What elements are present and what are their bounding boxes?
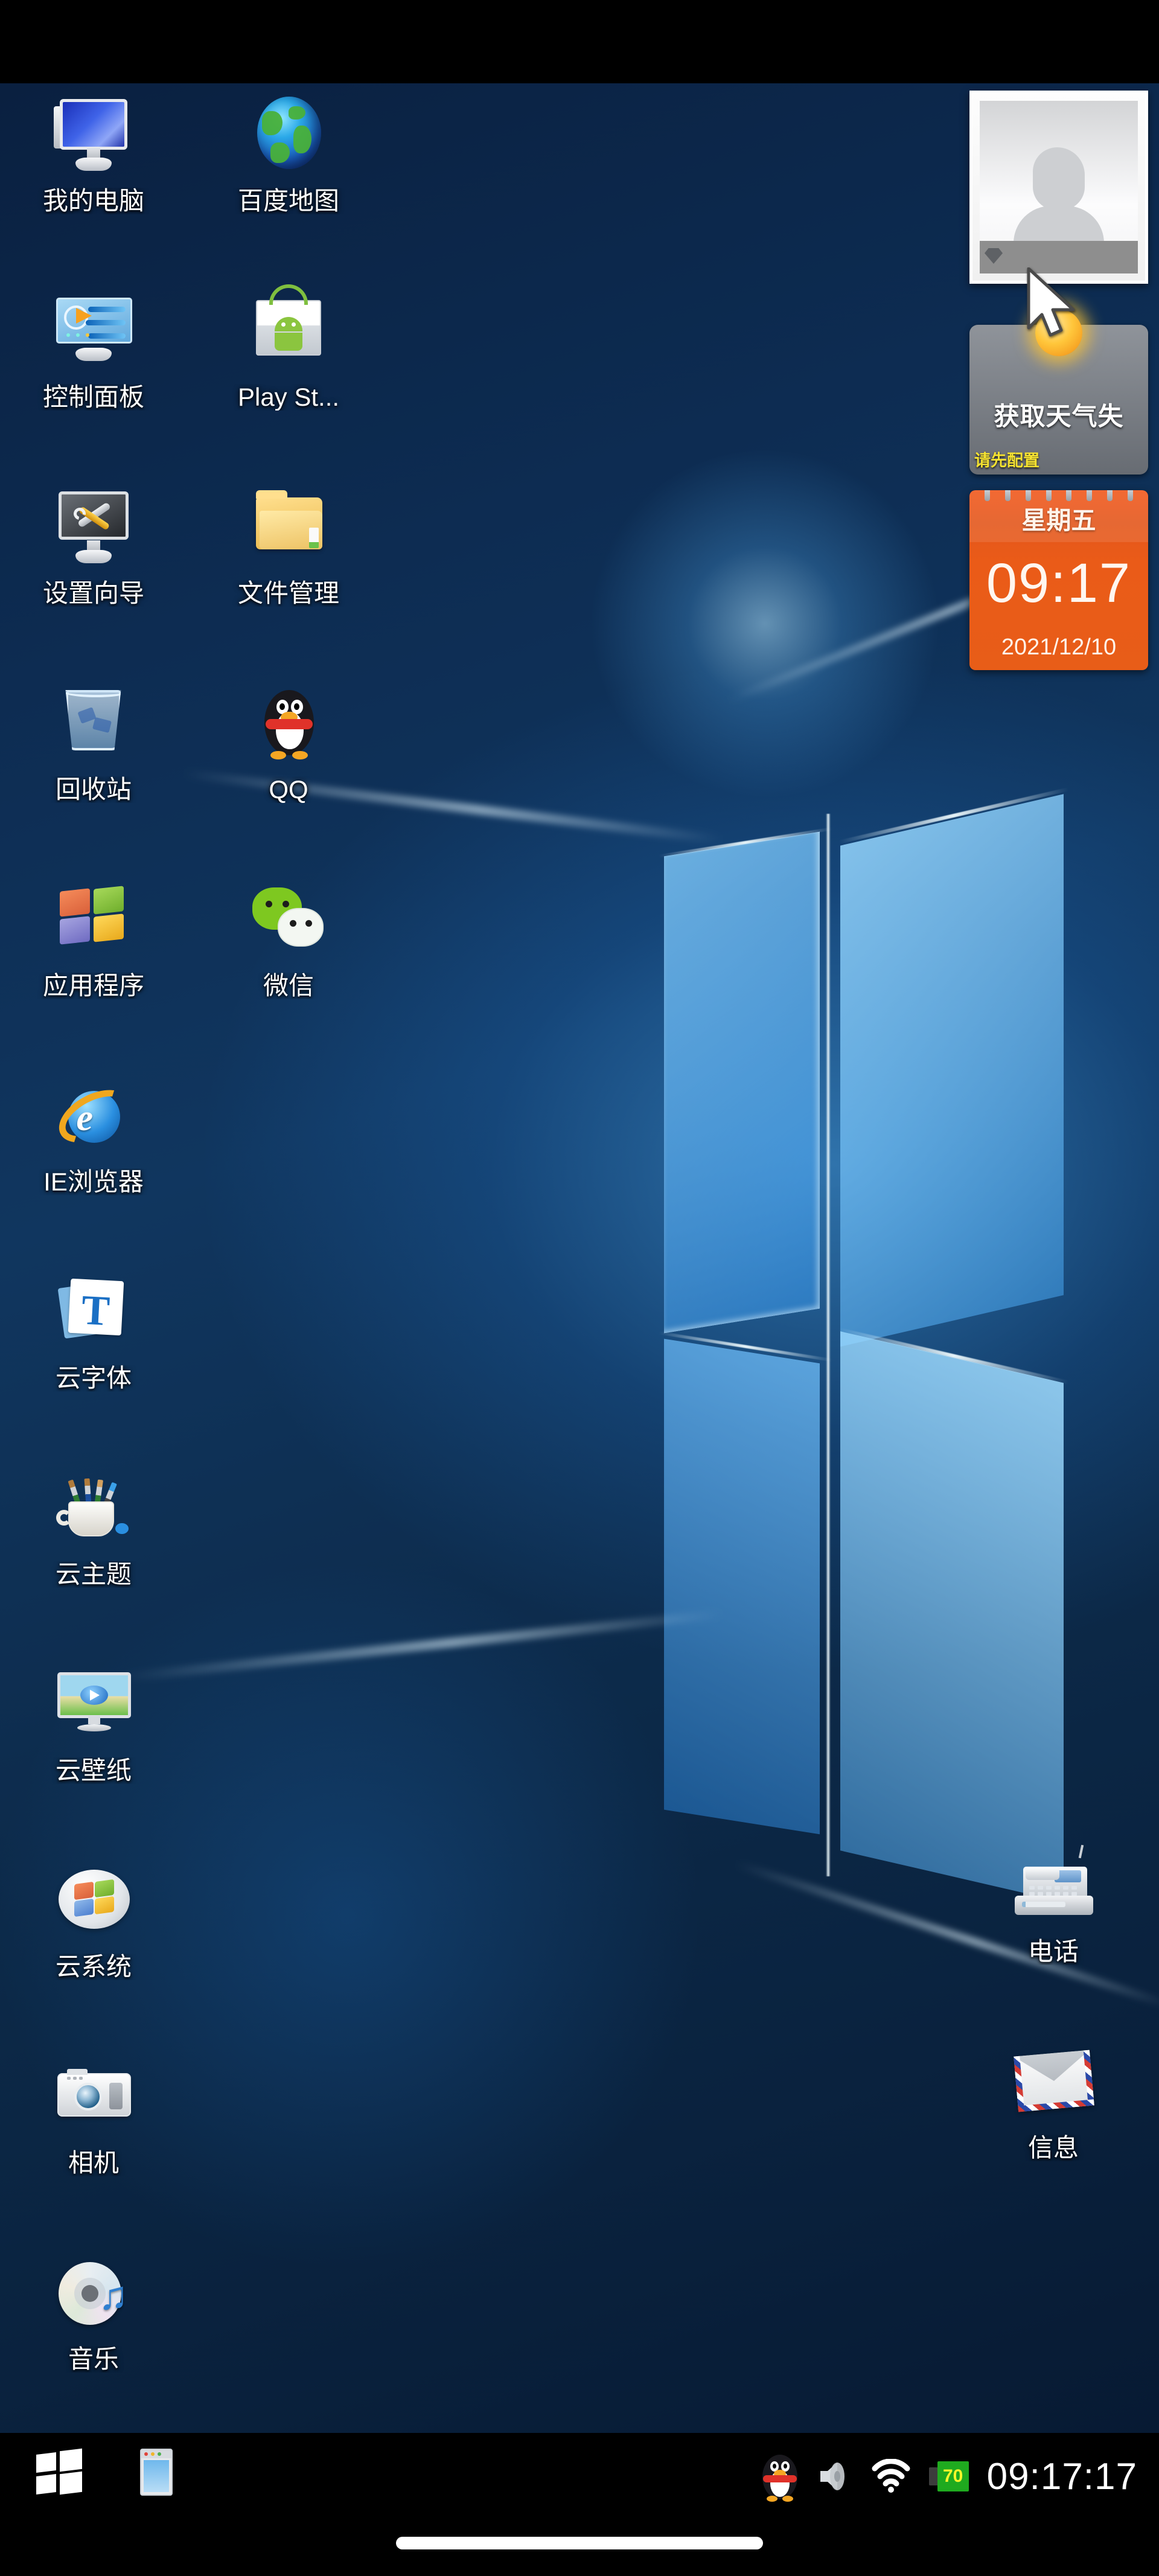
desktop-icon-label: 百度地图 [237,188,339,215]
desktop-icon-label: 我的电脑 [42,188,144,215]
cloud-system-icon [50,1856,138,1944]
qq-penguin-icon [245,679,333,767]
desktop-icon-label: 信息 [1027,2135,1079,2162]
desktop-icon-music[interactable]: ♫ 音乐 [3,2249,184,2373]
desktop-icon-telephone[interactable]: 电话 [963,1841,1144,1965]
envelope-icon [1010,2037,1097,2125]
desktop-icon-label: 云主题 [55,1561,132,1588]
desktop-icon-label: 云字体 [55,1365,132,1392]
desktop-icon-messages[interactable]: 信息 [963,2037,1144,2161]
my-computer-icon [50,91,138,178]
calendar-rings-icon [969,490,1148,501]
photo-frame-footer [980,241,1138,273]
gem-icon [985,248,1003,264]
setup-wizard-icon [50,483,138,570]
person-silhouette-icon [1014,147,1104,253]
desktop-icon-baidu-map[interactable]: 百度地图 [198,91,379,214]
windows-flag-icon [50,875,138,963]
wallpaper-edge [659,1331,832,1362]
qq-tray-icon[interactable] [762,2451,797,2502]
wallpaper-pane-bottom-left [664,1338,820,1835]
desktop-icon-label: QQ [269,776,308,804]
clock-date: 2021/12/10 [1001,634,1117,660]
desktop-icon-label: 应用程序 [42,973,144,1000]
desktop-icon-label: 控制面板 [42,384,144,411]
volume-icon[interactable] [816,2458,853,2495]
device-screen: 我的电脑 百度地图 控制面板 Play St... 设置向导 文件管理 回收站 … [0,0,1159,2576]
control-panel-icon [50,287,138,374]
desktop-icon-control-panel[interactable]: 控制面板 [3,287,184,411]
desktop-icon-qq[interactable]: QQ [198,679,379,803]
clock-time: 09:17 [986,552,1132,614]
wallpaper-edge [838,1328,1069,1384]
desktop-icon-label: 设置向导 [42,580,144,607]
system-status-bar [0,0,1159,83]
desktop-icon-label: 回收站 [55,776,132,804]
desktop-icon-label: 云壁纸 [55,1757,132,1785]
wechat-icon [245,875,333,963]
battery-icon[interactable]: 70 [928,2458,969,2495]
desktop-icon-label: 文件管理 [237,580,339,607]
desktop-icon-label: 相机 [68,2150,119,2177]
desktop-icon-ie-browser[interactable]: e IE浏览器 [3,1072,184,1195]
desktop-icon-cloud-system[interactable]: 云系统 [3,1856,184,1980]
play-store-icon [245,284,333,374]
desktop-icon-label: Play St... [237,384,340,411]
desktop-icon-label: 音乐 [68,2346,119,2373]
battery-level-text: 70 [942,2466,963,2486]
desktop-icon-my-computer[interactable]: 我的电脑 [3,91,184,214]
desktop-icon-recycle-bin[interactable]: 回收站 [3,679,184,803]
window-app-icon[interactable] [140,2449,173,2496]
clock-weekday: 星期五 [1021,507,1096,534]
wallpaper-edge [838,787,1069,844]
telephone-icon [1010,1841,1097,1929]
desktop-icon-applications[interactable]: 应用程序 [3,875,184,999]
home-gesture-bar[interactable] [396,2537,763,2549]
weather-hint-text: 请先配置 [974,452,1039,470]
desktop-icon-label: 云系统 [55,1954,132,1981]
wallpaper-edge [659,827,832,858]
internet-explorer-icon: e [49,1072,138,1159]
music-cd-icon: ♫ [50,2249,138,2336]
taskbar: 70 09:17:17 [0,2433,1159,2576]
desktop-icon-cloud-theme[interactable]: 云主题 [3,1464,184,1588]
desktop-icon-label: 电话 [1027,1938,1079,1966]
wallpaper-edge-vertical [826,814,831,1876]
desktop-icon-play-store[interactable]: Play St... [198,284,379,411]
desktop-icon-label: 微信 [263,973,314,1000]
photo-frame-widget[interactable] [969,91,1148,284]
camera-icon [50,2053,138,2140]
desktop-icon-setup-wizard[interactable]: 设置向导 [3,483,184,607]
wallpaper-pane-bottom-right [840,1331,1064,1902]
desktop-icon-cloud-wallpaper[interactable]: 云壁纸 [3,1660,184,1784]
wallpaper-pane-top-left [664,831,820,1334]
wallpaper-pane-top-right [840,794,1064,1347]
desktop-icon-cloud-font[interactable]: T 云字体 [3,1268,184,1392]
weather-status-text: 获取天气失 [994,402,1124,430]
wallpaper-glow [584,443,947,805]
weather-widget[interactable]: 获取天气失 请先配置 [969,309,1148,475]
recycle-bin-icon [50,679,138,767]
cloud-theme-icon [50,1464,138,1552]
clock-calendar-widget[interactable]: 星期五 09:17 2021/12/10 [969,490,1148,670]
cloud-font-icon: T [50,1268,138,1355]
wifi-icon[interactable] [871,2458,911,2494]
taskbar-clock[interactable]: 09:17:17 [987,2455,1137,2498]
sun-icon [1035,309,1082,356]
folder-icon [245,483,333,570]
desktop-icon-wechat[interactable]: 微信 [198,875,379,999]
cloud-wallpaper-icon [50,1660,138,1748]
desktop-icon-file-manager[interactable]: 文件管理 [198,483,379,607]
desktop-icon-label: IE浏览器 [43,1169,144,1196]
windows-start-icon[interactable] [36,2448,82,2495]
globe-icon [245,91,333,178]
desktop-icon-camera[interactable]: 相机 [3,2053,184,2176]
wallpaper-light-ray [121,1609,724,1683]
